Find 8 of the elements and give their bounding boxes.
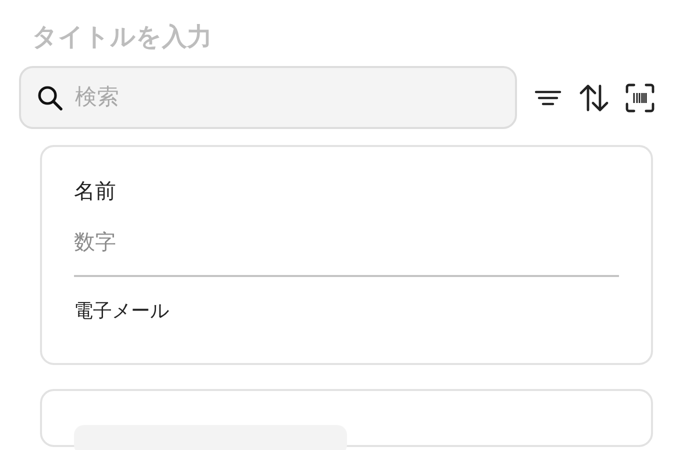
field-hint: 数字 [74, 232, 117, 253]
barcode-scan-icon[interactable] [625, 82, 655, 112]
sort-icon[interactable] [579, 82, 609, 112]
search-field[interactable]: 検索 [19, 66, 517, 129]
search-icon [37, 85, 63, 111]
field-label: 名前 [74, 181, 117, 202]
title-field[interactable]: タイトルを入力 [19, 14, 419, 58]
field-label: 電子メール [74, 302, 170, 321]
